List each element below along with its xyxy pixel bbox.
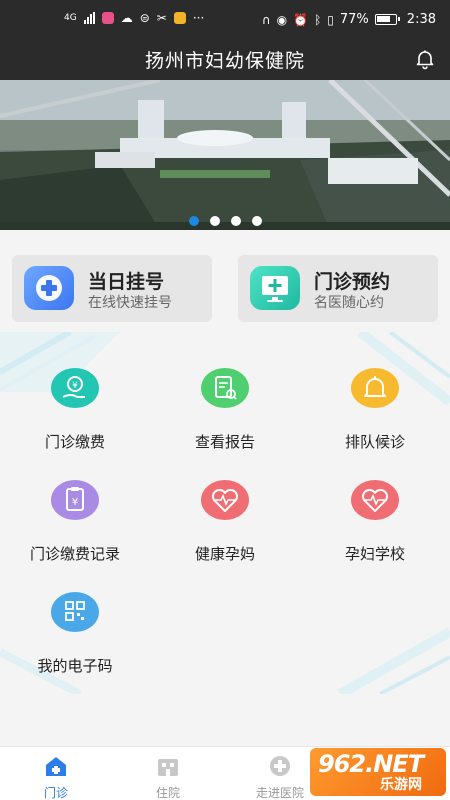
status-left: 4G ☁ ⊜ ✂ ··· (64, 12, 204, 24)
headset-icon: ∩ (261, 12, 271, 27)
same-day-registration-card[interactable]: 当日挂号 在线快速挂号 (12, 255, 212, 322)
heart-pulse-icon (201, 480, 249, 520)
status-right: ∩ ◉ ⏰ ᛒ ▯ 77% 2:38 (262, 12, 436, 27)
svg-text:¥: ¥ (72, 497, 78, 508)
carousel-dots (0, 216, 450, 226)
service-label: 我的电子码 (37, 657, 113, 675)
service-pregnancy-school[interactable]: 孕妇学校 (300, 480, 450, 564)
watermark-logo: 962.NET 乐游网 (310, 748, 446, 796)
hospital-rendering-image (0, 80, 450, 230)
service-label: 健康孕妈 (194, 545, 255, 563)
page-title: 扬州市妇幼保健院 (144, 50, 305, 72)
bell-queue-icon (351, 368, 399, 408)
battery-percent: 77% (339, 12, 369, 27)
cloud-icon: ☁ (120, 11, 133, 25)
quick-title: 门诊预约 (314, 271, 391, 293)
plus-cross-icon (24, 266, 74, 310)
more-icon: ··· (192, 11, 205, 25)
sync-icon: ⊜ (139, 11, 150, 25)
outpatient-appointment-card[interactable]: 门诊预约 名医随心约 (238, 255, 438, 322)
alarm-icon: ⏰ (293, 12, 309, 27)
nav-outpatient[interactable]: 门诊 (16, 755, 96, 800)
scissors-icon: ✂ (156, 11, 167, 25)
bell-icon[interactable] (414, 48, 436, 70)
app-header: 扬州市妇幼保健院 (0, 40, 450, 80)
watermark-subtext: 乐游网 (380, 777, 422, 793)
qr-code-icon (51, 592, 99, 632)
hospital-icon (158, 759, 178, 776)
monitor-plus-icon (250, 266, 300, 310)
hero-banner[interactable] (0, 80, 450, 230)
carousel-dot[interactable] (251, 216, 262, 226)
nav-label: 门诊 (43, 786, 68, 800)
service-view-report[interactable]: 查看报告 (150, 368, 300, 452)
signal-icon (83, 12, 95, 24)
carousel-dot[interactable] (209, 216, 220, 226)
hospital-cross-icon (270, 756, 290, 776)
quick-title: 当日挂号 (88, 271, 165, 293)
service-label: 查看报告 (194, 433, 255, 451)
battery-icon (374, 14, 400, 25)
eye-icon: ◉ (276, 12, 288, 27)
service-label: 孕妇学校 (344, 545, 405, 563)
quick-subtitle: 名医随心约 (314, 295, 384, 311)
status-bar: 4G ☁ ⊜ ✂ ··· ∩ ◉ ⏰ ᛒ ▯ 77% 2:38 (0, 0, 450, 40)
report-search-icon (201, 368, 249, 408)
nav-label: 住院 (155, 786, 180, 800)
svg-text:¥: ¥ (72, 381, 78, 391)
service-label: 门诊缴费 (44, 433, 105, 451)
payment-hand-icon: ¥ (51, 368, 99, 408)
service-label: 排队候诊 (344, 433, 405, 451)
app-badge-icon (173, 12, 186, 24)
service-outpatient-payment[interactable]: ¥ 门诊缴费 (0, 368, 150, 452)
home-icon (46, 757, 66, 776)
network-type: 4G (64, 13, 77, 23)
vibrate-icon: ▯ (327, 12, 334, 27)
nav-label: 走进医院 (255, 786, 304, 800)
nav-inpatient[interactable]: 住院 (128, 755, 208, 800)
service-e-code[interactable]: 我的电子码 (0, 592, 150, 676)
bluetooth-icon: ᛒ (314, 12, 322, 27)
clock: 2:38 (406, 12, 436, 27)
service-payment-records[interactable]: ¥ 门诊缴费记录 (0, 480, 150, 564)
nav-about-hospital[interactable]: 走进医院 (240, 755, 320, 800)
service-label: 门诊缴费记录 (29, 545, 120, 563)
carousel-dot[interactable] (188, 216, 199, 226)
service-healthy-mom[interactable]: 健康孕妈 (150, 480, 300, 564)
app-notification-icon (101, 12, 114, 24)
payment-record-icon: ¥ (51, 480, 99, 520)
heart-pulse-icon (351, 480, 399, 520)
services-grid: ¥ 门诊缴费 查看报告 排队候诊 ¥ 门诊缴费记录 健康孕妈 孕妇学校 我的电子… (0, 332, 450, 694)
carousel-dot[interactable] (230, 216, 241, 226)
service-queue[interactable]: 排队候诊 (300, 368, 450, 452)
quick-subtitle: 在线快速挂号 (88, 295, 172, 311)
